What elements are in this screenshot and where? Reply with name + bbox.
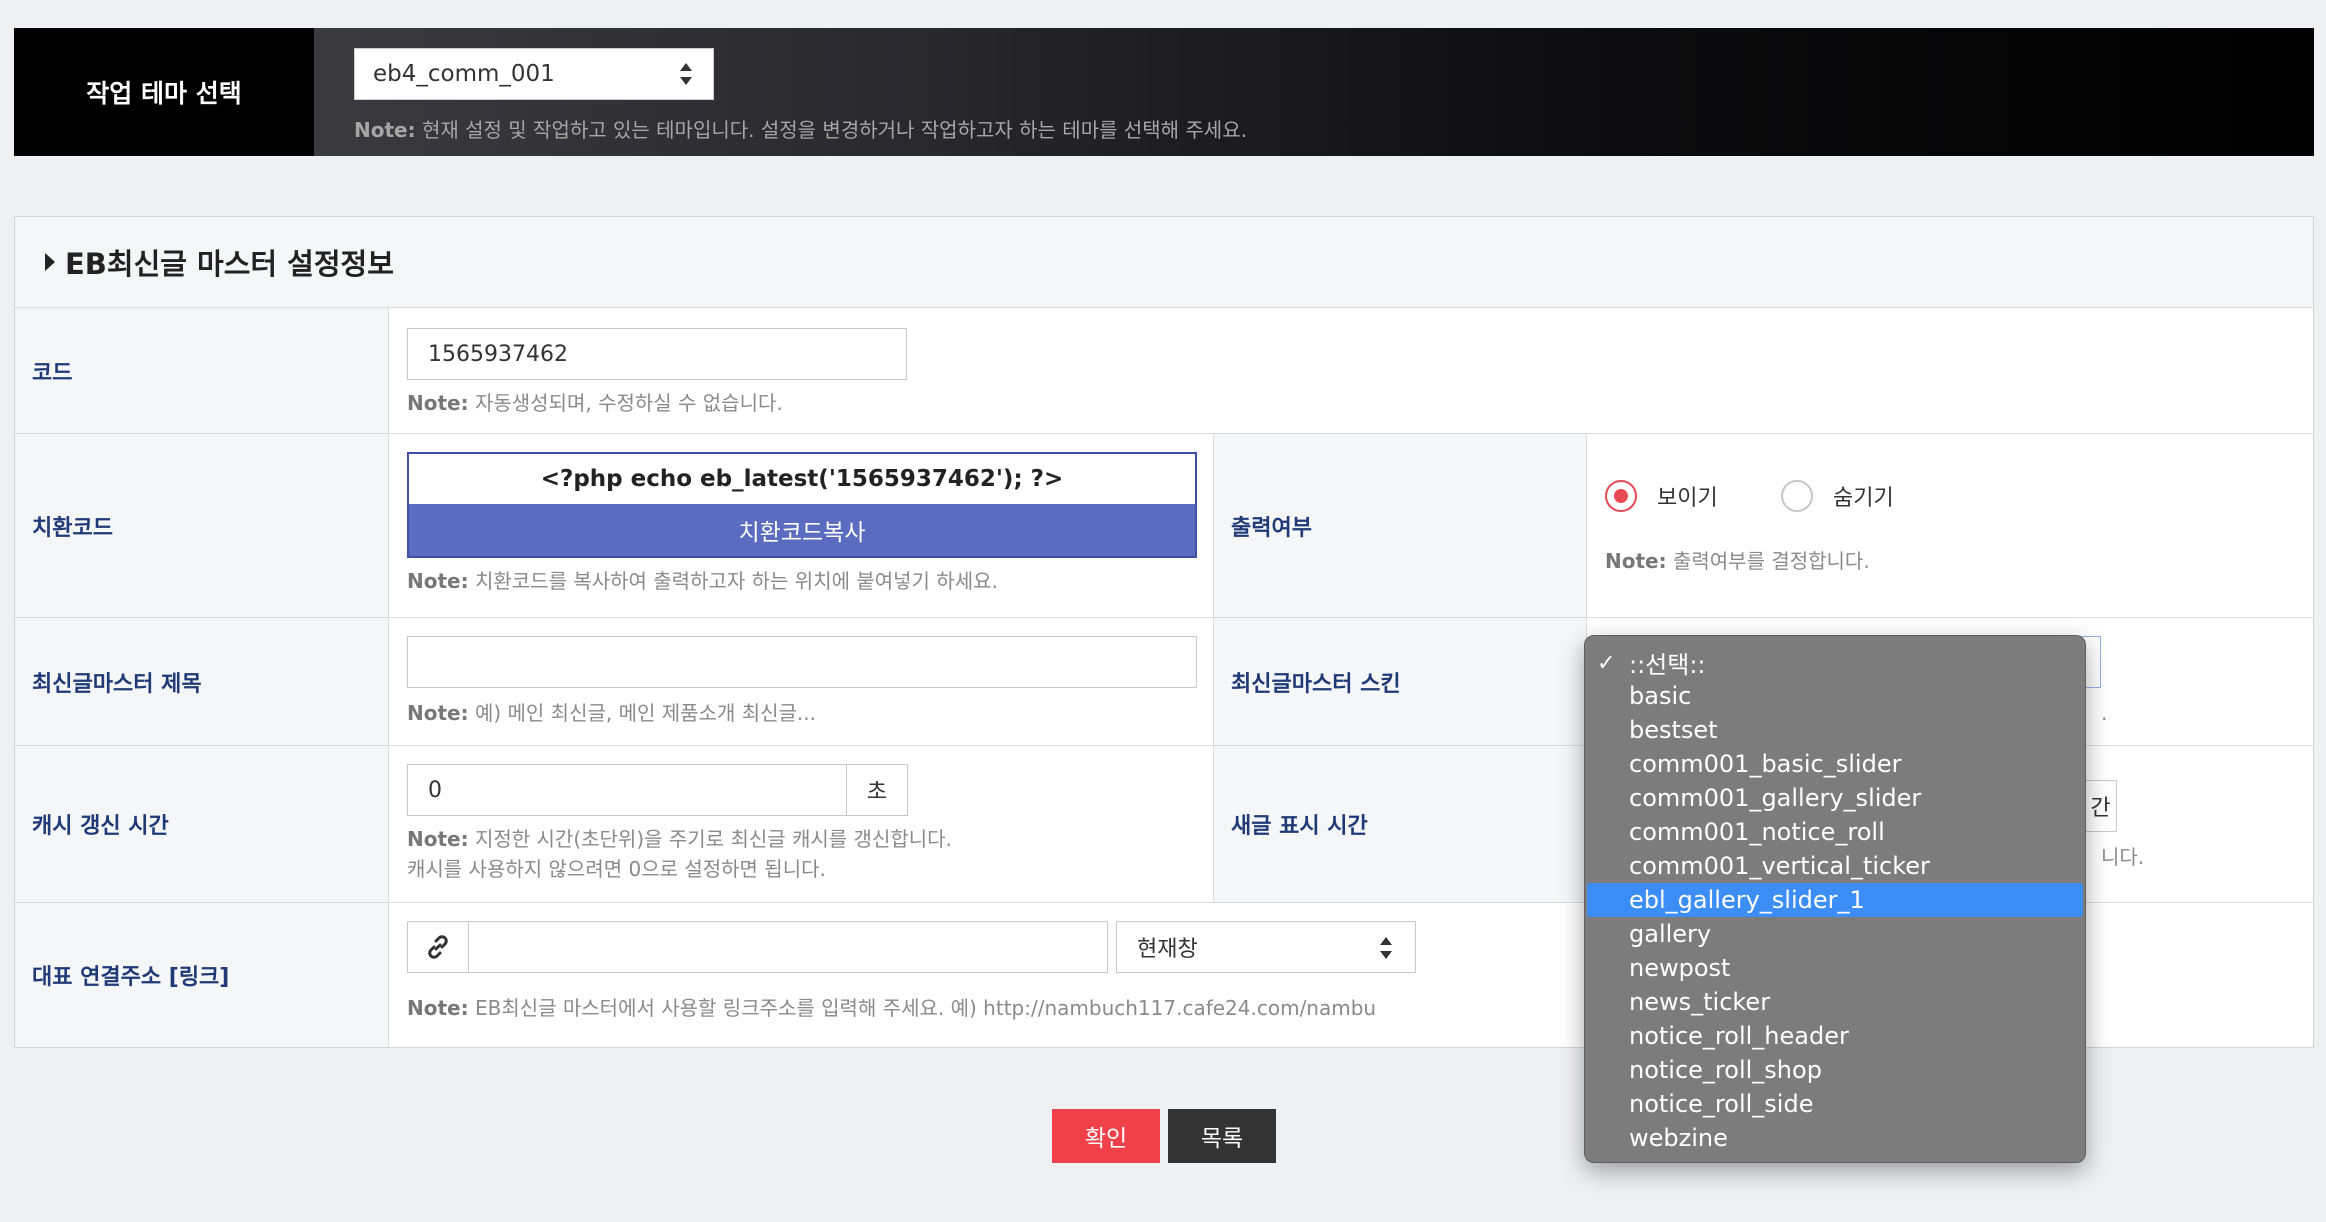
link-target-select[interactable]: 현재창 bbox=[1116, 921, 1416, 973]
label-cache: 캐시 갱신 시간 bbox=[15, 746, 389, 902]
replace-note: Note: 치환코드를 복사하여 출력하고자 하는 위치에 붙여넣기 하세요. bbox=[407, 569, 998, 593]
link-target-value: 현재창 bbox=[1137, 937, 1198, 962]
skin-option[interactable]: notice_roll_side bbox=[1587, 1087, 2083, 1121]
theme-select[interactable]: eb4_comm_001 bbox=[354, 48, 714, 100]
cache-note-line2: 캐시를 사용하지 않으려면 0으로 설정하면 됩니다. bbox=[407, 857, 826, 881]
theme-bar-label: 작업 테마 선택 bbox=[86, 79, 242, 108]
theme-bar: 작업 테마 선택 eb4_comm_001 Note: 현재 설정 및 작업하고… bbox=[14, 28, 2314, 156]
cache-note: Note: 지정한 시간(초단위)을 주기로 최신글 캐시를 갱신합니다. bbox=[407, 827, 952, 851]
label-skin: 최신글마스터 스킨 bbox=[1213, 618, 1587, 745]
copy-code-button[interactable]: 치환코드복사 bbox=[409, 504, 1195, 556]
skin-option-label: comm001_vertical_ticker bbox=[1629, 852, 1930, 880]
code-field[interactable]: 1565937462 bbox=[407, 328, 907, 380]
skin-option-label: newpost bbox=[1629, 954, 1731, 982]
radio-checked-icon bbox=[1605, 480, 1637, 512]
radio-show[interactable]: 보이기 bbox=[1605, 480, 1718, 512]
theme-note: Note: 현재 설정 및 작업하고 있는 테마입니다. 설정을 변경하거나 작… bbox=[354, 118, 1247, 142]
label-newpost: 새글 표시 시간 bbox=[1213, 746, 1587, 902]
skin-option[interactable]: comm001_notice_roll bbox=[1587, 815, 2083, 849]
skin-option[interactable]: comm001_vertical_ticker bbox=[1587, 849, 2083, 883]
skin-option-label: ebl_gallery_slider_1 bbox=[1629, 886, 1865, 914]
cache-unit: 초 bbox=[846, 764, 908, 816]
skin-option[interactable]: ebl_gallery_slider_1 bbox=[1587, 883, 2083, 917]
skin-option-label: webzine bbox=[1629, 1124, 1728, 1152]
skin-option-label: notice_roll_header bbox=[1629, 1022, 1849, 1050]
radio-hide[interactable]: 숨기기 bbox=[1781, 480, 1894, 512]
skin-option[interactable]: gallery bbox=[1587, 917, 2083, 951]
skin-option-label: news_ticker bbox=[1629, 988, 1771, 1016]
skin-option-label: comm001_basic_slider bbox=[1629, 750, 1902, 778]
skin-dropdown[interactable]: ✓::선택:: basicbestsetcomm001_basic_sliderc… bbox=[1584, 635, 2086, 1163]
skin-note: . bbox=[2101, 701, 2108, 725]
skin-option[interactable]: notice_roll_header bbox=[1587, 1019, 2083, 1053]
link-note: Note: EB최신글 마스터에서 사용할 링크주소를 입력해 주세요. 예) … bbox=[407, 996, 1377, 1020]
code-value: 1565937462 bbox=[428, 341, 568, 367]
caret-right-icon bbox=[45, 253, 55, 271]
skin-option[interactable]: notice_roll_shop bbox=[1587, 1053, 2083, 1087]
skin-option[interactable]: bestset bbox=[1587, 713, 2083, 747]
skin-option-label: comm001_gallery_slider bbox=[1629, 784, 1922, 812]
skin-option[interactable]: ✓::선택:: bbox=[1587, 645, 2083, 679]
list-button[interactable]: 목록 bbox=[1168, 1109, 1276, 1163]
code-note: Note: 자동생성되며, 수정하실 수 없습니다. bbox=[407, 391, 783, 415]
checkmark-icon: ✓ bbox=[1597, 651, 1616, 676]
replace-code-text[interactable]: <?php echo eb_latest('1565937462'); ?> bbox=[409, 454, 1195, 504]
newpost-unit: 간 bbox=[2085, 780, 2117, 832]
radio-show-label: 보이기 bbox=[1657, 486, 1718, 511]
skin-option[interactable]: newpost bbox=[1587, 951, 2083, 985]
skin-option-label: bestset bbox=[1629, 716, 1718, 744]
skin-option[interactable]: comm001_gallery_slider bbox=[1587, 781, 2083, 815]
title-input[interactable] bbox=[407, 636, 1197, 688]
cache-input[interactable]: 0 bbox=[407, 764, 847, 816]
skin-option-label: ::선택:: bbox=[1629, 650, 1706, 679]
skin-option-label: basic bbox=[1629, 682, 1692, 710]
label-title: 최신글마스터 제목 bbox=[15, 618, 389, 745]
skin-option-label: notice_roll_side bbox=[1629, 1090, 1814, 1118]
select-arrows-icon bbox=[1380, 937, 1392, 959]
theme-select-value: eb4_comm_001 bbox=[373, 61, 555, 87]
radio-unchecked-icon bbox=[1781, 480, 1813, 512]
newpost-note: 니다. bbox=[2101, 845, 2145, 869]
label-replace: 치환코드 bbox=[15, 434, 389, 617]
skin-option[interactable]: webzine bbox=[1587, 1121, 2083, 1155]
panel-header: EB최신글 마스터 설정정보 bbox=[15, 217, 2313, 308]
skin-option[interactable]: basic bbox=[1587, 679, 2083, 713]
panel-title: EB최신글 마스터 설정정보 bbox=[65, 247, 394, 281]
label-code: 코드 bbox=[15, 308, 389, 433]
select-arrows-icon bbox=[680, 63, 692, 85]
output-note: Note: 출력여부를 결정합니다. bbox=[1605, 549, 1870, 573]
row-replace: 치환코드 <?php echo eb_latest('1565937462');… bbox=[15, 434, 2313, 618]
skin-option-label: comm001_notice_roll bbox=[1629, 818, 1885, 846]
link-input[interactable] bbox=[468, 921, 1108, 973]
link-icon bbox=[428, 935, 448, 959]
skin-option-label: gallery bbox=[1629, 920, 1712, 948]
label-output: 출력여부 bbox=[1213, 434, 1587, 617]
label-link: 대표 연결주소 [링크] bbox=[15, 903, 389, 1047]
skin-option[interactable]: news_ticker bbox=[1587, 985, 2083, 1019]
confirm-button[interactable]: 확인 bbox=[1052, 1109, 1160, 1163]
skin-option-label: notice_roll_shop bbox=[1629, 1056, 1822, 1084]
link-addon bbox=[407, 921, 469, 973]
replace-code-box: <?php echo eb_latest('1565937462'); ?> 치… bbox=[407, 452, 1197, 558]
radio-hide-label: 숨기기 bbox=[1833, 486, 1894, 511]
skin-option[interactable]: comm001_basic_slider bbox=[1587, 747, 2083, 781]
title-note: Note: 예) 메인 최신글, 메인 제품소개 최신글... bbox=[407, 701, 816, 725]
row-code: 코드 1565937462 Note: 자동생성되며, 수정하실 수 없습니다. bbox=[15, 308, 2313, 434]
